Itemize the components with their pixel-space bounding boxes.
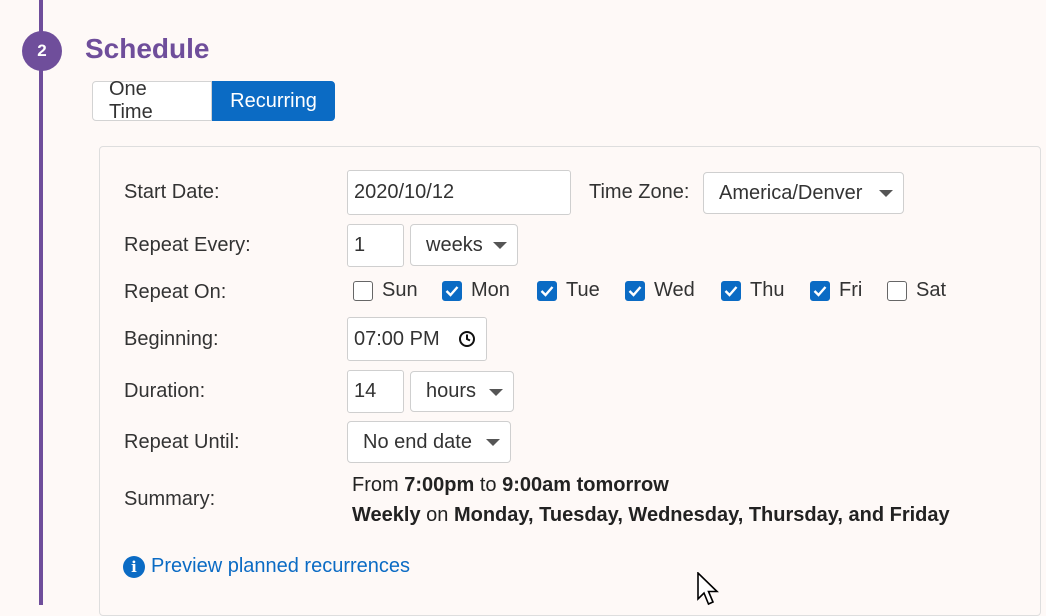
step-rail: [39, 0, 43, 605]
start-date-input[interactable]: 2020/10/12: [347, 170, 571, 215]
checkbox-unchecked-icon: [887, 280, 907, 301]
duration-unit-select[interactable]: hours: [410, 371, 514, 412]
checkbox-checked-icon: [810, 280, 830, 301]
summary-text: to: [479, 474, 497, 496]
tab-one-time[interactable]: One Time: [92, 78, 212, 123]
clock-icon[interactable]: [458, 330, 476, 354]
day-checkbox-thu[interactable]: Thu: [721, 279, 784, 302]
checkbox-checked-icon: [625, 280, 645, 301]
day-label: Sat: [916, 279, 947, 301]
tab-recurring[interactable]: Recurring: [212, 81, 335, 121]
summary-line-2: Weekly on Monday, Tuesday, Wednesday, Th…: [352, 504, 950, 527]
step-number-badge: 2: [22, 31, 62, 71]
checkbox-checked-icon: [537, 280, 557, 301]
duration-unit-value: hours: [426, 380, 477, 402]
duration-label: Duration:: [124, 380, 206, 402]
recurring-panel: [99, 146, 1041, 616]
day-label: Mon: [471, 279, 510, 301]
info-icon: i: [123, 555, 145, 578]
beginning-time-value: 07:00 PM: [354, 327, 440, 350]
chevron-down-icon: [879, 190, 893, 197]
day-label: Tue: [566, 279, 600, 301]
day-checkbox-fri[interactable]: Fri: [810, 279, 862, 302]
day-checkbox-wed[interactable]: Wed: [625, 279, 695, 302]
schedule-type-tabs: One Time Recurring: [92, 78, 335, 123]
repeat-every-unit-select[interactable]: weeks: [410, 224, 518, 266]
repeat-every-unit-value: weeks: [426, 233, 483, 256]
beginning-time-input[interactable]: 07:00 PM: [347, 317, 487, 361]
summary-frequency: Weekly: [352, 504, 421, 526]
chevron-down-icon: [493, 242, 507, 249]
day-checkbox-sun[interactable]: Sun: [353, 279, 418, 302]
day-label: Fri: [839, 279, 863, 301]
summary-days: Monday, Tuesday, Wednesday, Thursday, an…: [453, 504, 950, 526]
day-checkbox-sat[interactable]: Sat: [887, 279, 946, 302]
time-zone-label: Time Zone:: [589, 181, 690, 203]
repeat-every-input[interactable]: 1: [347, 224, 404, 267]
day-checkbox-tue[interactable]: Tue: [537, 279, 600, 302]
day-label: Wed: [654, 279, 695, 301]
repeat-until-select[interactable]: No end date: [347, 421, 511, 463]
day-checkbox-mon[interactable]: Mon: [442, 279, 510, 302]
checkbox-unchecked-icon: [353, 280, 373, 301]
repeat-every-label: Repeat Every:: [124, 234, 251, 256]
preview-link-text: Preview planned recurrences: [151, 555, 411, 577]
section-title: Schedule: [85, 33, 210, 64]
time-zone-value: America/Denver: [719, 181, 863, 204]
checkbox-checked-icon: [721, 280, 741, 301]
summary-label: Summary:: [124, 488, 216, 510]
summary-start-time: 7:00pm: [404, 474, 475, 496]
repeat-until-label: Repeat Until:: [124, 431, 240, 453]
chevron-down-icon: [486, 439, 500, 446]
duration-input[interactable]: 14: [347, 370, 404, 413]
repeat-until-value: No end date: [363, 430, 472, 453]
summary-end-time: 9:00am tomorrow: [502, 474, 669, 496]
beginning-label: Beginning:: [124, 328, 219, 350]
summary-line-1: From 7:00pm to 9:00am tomorrow: [352, 474, 669, 497]
time-zone-select[interactable]: America/Denver: [703, 172, 904, 214]
repeat-on-label: Repeat On:: [124, 281, 227, 303]
chevron-down-icon: [489, 388, 503, 396]
day-label: Sun: [382, 279, 418, 301]
day-label: Thu: [750, 279, 785, 301]
checkbox-checked-icon: [442, 280, 462, 301]
preview-recurrences-link[interactable]: i Preview planned recurrences: [123, 555, 410, 578]
summary-text: on: [426, 504, 449, 526]
summary-text: From: [352, 474, 399, 496]
start-date-label: Start Date:: [124, 181, 220, 203]
mouse-cursor-icon: [697, 571, 723, 611]
